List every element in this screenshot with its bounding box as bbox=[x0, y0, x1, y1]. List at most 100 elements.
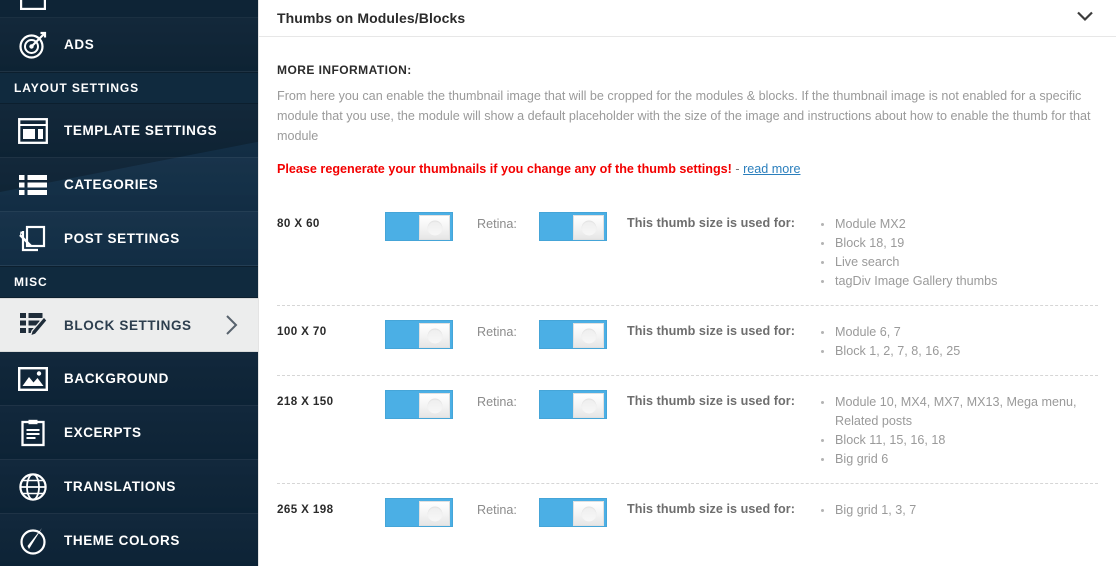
sidebar-item-label: BACKGROUND bbox=[64, 371, 169, 386]
list-item: Block 11, 15, 16, 18 bbox=[819, 431, 1098, 450]
image-icon bbox=[14, 364, 52, 394]
sidebar-item-theme-colors[interactable]: THEME COLORS bbox=[0, 514, 258, 566]
regenerate-warning-text: Please regenerate your thumbnails if you… bbox=[277, 162, 732, 176]
toggle-knob bbox=[573, 323, 604, 348]
toggle-knob bbox=[573, 215, 604, 240]
used-for-list: Big grid 1, 3, 7 bbox=[817, 498, 1098, 520]
toggle-knob bbox=[419, 501, 450, 526]
clipboard-icon bbox=[14, 418, 52, 448]
list-item: tagDiv Image Gallery thumbs bbox=[819, 272, 1098, 291]
used-for-list: Module 6, 7 Block 1, 2, 7, 8, 16, 25 bbox=[817, 320, 1098, 361]
thumb-enable-toggle-wrap bbox=[385, 498, 477, 527]
thumb-enable-toggle[interactable] bbox=[385, 212, 453, 241]
sidebar-item-label: TEMPLATE SETTINGS bbox=[64, 123, 218, 138]
retina-label: Retina: bbox=[477, 503, 517, 517]
thumb-enable-toggle-wrap bbox=[385, 390, 477, 419]
warning-separator: - bbox=[735, 162, 740, 176]
list-item: Block 1, 2, 7, 8, 16, 25 bbox=[819, 342, 1098, 361]
sidebar-item-label: ADS bbox=[64, 37, 95, 52]
sidebar-item-block-settings[interactable]: BLOCK SETTINGS bbox=[0, 298, 258, 352]
retina-toggle-wrap bbox=[539, 498, 627, 527]
retina-toggle-wrap bbox=[539, 320, 627, 349]
retina-toggle-wrap bbox=[539, 390, 627, 419]
regenerate-warning: Please regenerate your thumbnails if you… bbox=[277, 162, 1098, 176]
layout-window-icon bbox=[14, 116, 52, 146]
retina-enable-toggle[interactable] bbox=[539, 320, 607, 349]
sidebar-item-translations[interactable]: TRANSLATIONS bbox=[0, 460, 258, 514]
sidebar-section-misc: MISC bbox=[0, 266, 258, 298]
window-icon bbox=[14, 0, 52, 14]
sidebar-item-background[interactable]: BACKGROUND bbox=[0, 352, 258, 406]
used-for-label: This thumb size is used for: bbox=[627, 324, 795, 338]
retina-enable-toggle[interactable] bbox=[539, 498, 607, 527]
sidebar-item-label: BLOCK SETTINGS bbox=[64, 317, 192, 333]
used-for-label: This thumb size is used for: bbox=[627, 394, 795, 408]
thumb-size-label: 218 X 150 bbox=[277, 395, 334, 408]
retina-label: Retina: bbox=[477, 325, 517, 339]
globe-icon bbox=[14, 472, 52, 502]
sidebar-item-label: EXCERPTS bbox=[64, 425, 142, 440]
sidebar-item-categories[interactable]: CATEGORIES bbox=[0, 158, 258, 212]
sidebar-item-post-settings[interactable]: POST SETTINGS bbox=[0, 212, 258, 266]
page-title: Thumbs on Modules/Blocks bbox=[277, 10, 466, 26]
toggle-knob bbox=[419, 215, 450, 240]
table-row: 100 X 70 Retina: This thumb size is used… bbox=[277, 306, 1098, 376]
sidebar-item-label: CATEGORIES bbox=[64, 177, 159, 192]
thumb-enable-toggle[interactable] bbox=[385, 320, 453, 349]
thumb-enable-toggle[interactable] bbox=[385, 390, 453, 419]
table-row: 265 X 198 Retina: This thumb size is use… bbox=[277, 484, 1098, 544]
used-for-list: Module MX2 Block 18, 19 Live search tagD… bbox=[817, 212, 1098, 291]
toggle-knob bbox=[573, 393, 604, 418]
sidebar-item-label: POST SETTINGS bbox=[64, 231, 180, 246]
copy-pencil-icon bbox=[14, 224, 52, 254]
sidebar-item-template-settings[interactable]: TEMPLATE SETTINGS bbox=[0, 104, 258, 158]
sidebar-item-ads[interactable]: ADS bbox=[0, 18, 258, 72]
thumb-size-label: 100 X 70 bbox=[277, 325, 327, 338]
retina-enable-toggle[interactable] bbox=[539, 212, 607, 241]
retina-enable-toggle[interactable] bbox=[539, 390, 607, 419]
panel-description: From here you can enable the thumbnail i… bbox=[277, 89, 1091, 143]
panel-body: MORE INFORMATION: From here you can enab… bbox=[259, 63, 1116, 544]
block-edit-icon bbox=[14, 310, 52, 340]
sidebar-nav: ADS LAYOUT SETTINGS TEMPLATE SETTINGS CA… bbox=[0, 0, 258, 566]
list-icon bbox=[14, 170, 52, 200]
list-item: Module MX2 bbox=[819, 215, 1098, 234]
sidebar-item-label: THEME COLORS bbox=[64, 533, 180, 548]
brush-circle-icon bbox=[14, 526, 52, 556]
used-for-label: This thumb size is used for: bbox=[627, 216, 795, 230]
table-row: 218 X 150 Retina: This thumb size is use… bbox=[277, 376, 1098, 484]
chevron-right-icon bbox=[224, 314, 240, 336]
sidebar-item-partial-top[interactable] bbox=[0, 0, 258, 18]
used-for-list: Module 10, MX4, MX7, MX13, Mega menu, Re… bbox=[817, 390, 1098, 469]
retina-label: Retina: bbox=[477, 395, 517, 409]
read-more-link[interactable]: read more bbox=[743, 162, 800, 176]
target-dart-icon bbox=[14, 30, 52, 60]
toggle-knob bbox=[419, 323, 450, 348]
used-for-label: This thumb size is used for: bbox=[627, 502, 795, 516]
thumb-enable-toggle-wrap bbox=[385, 212, 477, 241]
list-item: Block 18, 19 bbox=[819, 234, 1098, 253]
sidebar: ADS LAYOUT SETTINGS TEMPLATE SETTINGS CA… bbox=[0, 0, 258, 566]
retina-toggle-wrap bbox=[539, 212, 627, 241]
more-information-label: MORE INFORMATION: bbox=[277, 63, 412, 77]
thumb-enable-toggle-wrap bbox=[385, 320, 477, 349]
list-item: Big grid 1, 3, 7 bbox=[819, 501, 1098, 520]
sidebar-section-layout-settings: LAYOUT SETTINGS bbox=[0, 72, 258, 104]
list-item: Module 6, 7 bbox=[819, 323, 1098, 342]
thumb-size-label: 80 X 60 bbox=[277, 217, 320, 230]
list-item: Module 10, MX4, MX7, MX13, Mega menu, Re… bbox=[819, 393, 1098, 431]
list-item: Big grid 6 bbox=[819, 450, 1098, 469]
app-root: ADS LAYOUT SETTINGS TEMPLATE SETTINGS CA… bbox=[0, 0, 1116, 566]
panel-header[interactable]: Thumbs on Modules/Blocks bbox=[259, 0, 1116, 37]
thumb-enable-toggle[interactable] bbox=[385, 498, 453, 527]
chevron-down-icon[interactable] bbox=[1076, 9, 1094, 27]
retina-label: Retina: bbox=[477, 217, 517, 231]
sidebar-item-excerpts[interactable]: EXCERPTS bbox=[0, 406, 258, 460]
thumb-size-label: 265 X 198 bbox=[277, 503, 334, 516]
table-row: 80 X 60 Retina: This thumb size is used … bbox=[277, 198, 1098, 306]
sidebar-item-label: TRANSLATIONS bbox=[64, 479, 176, 494]
list-item: Live search bbox=[819, 253, 1098, 272]
main-content: Thumbs on Modules/Blocks MORE INFORMATIO… bbox=[258, 0, 1116, 566]
toggle-knob bbox=[573, 501, 604, 526]
toggle-knob bbox=[419, 393, 450, 418]
